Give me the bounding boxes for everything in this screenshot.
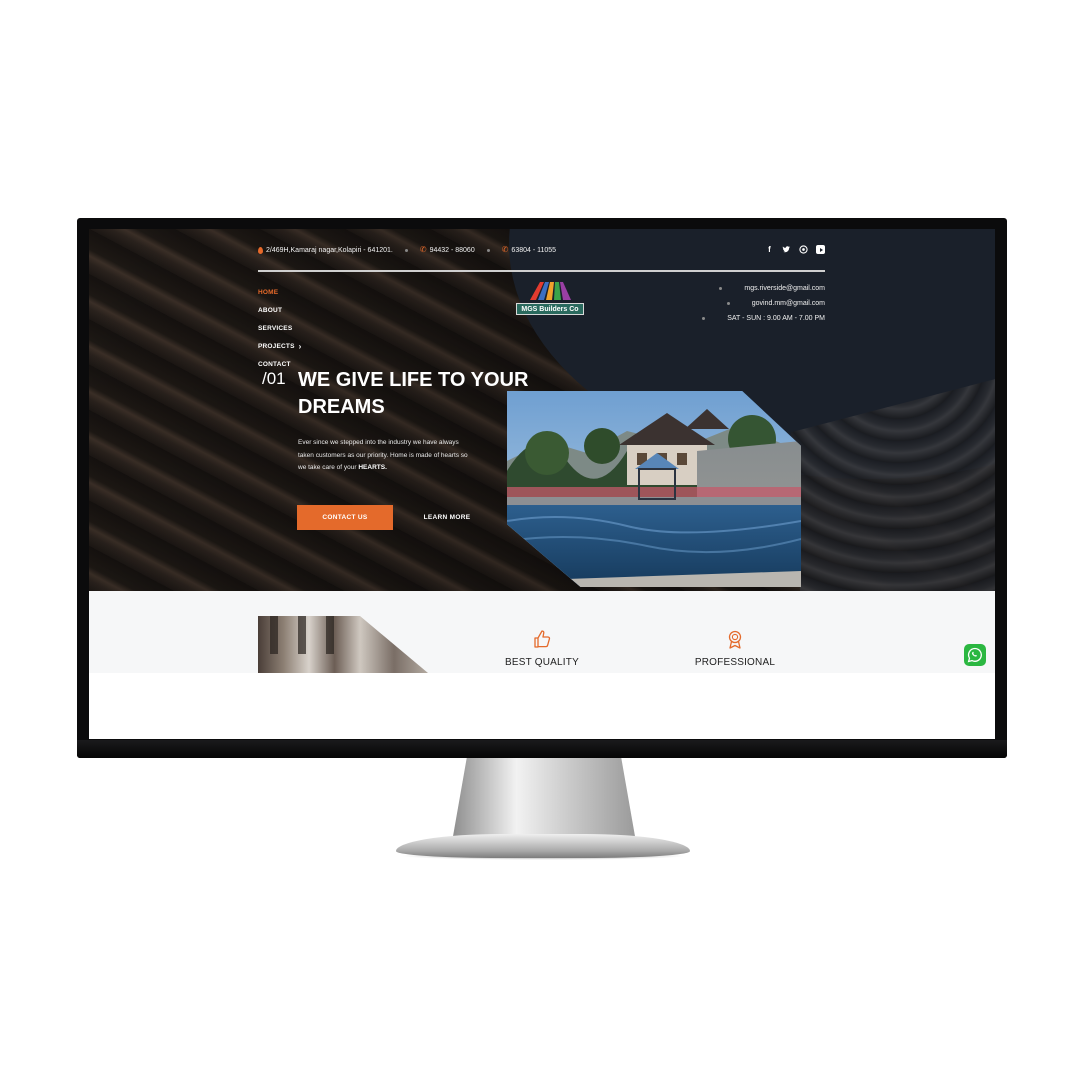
separator-dot [404, 248, 408, 252]
address-text: 2/469H,Kamaraj nagar,Kolapiri - 641201. [266, 246, 393, 254]
nav-label: SERVICES [258, 324, 293, 332]
feature-best-quality: BEST QUALITY [472, 629, 612, 668]
nav-label: CONTACT [258, 360, 291, 368]
feature-label: BEST QUALITY [505, 657, 579, 668]
brand-logo[interactable]: MGS Builders Co [514, 280, 586, 318]
nav-item-about[interactable]: ABOUT [258, 301, 302, 319]
facebook-icon[interactable]: f [765, 245, 774, 254]
address-item: 2/469H,Kamaraj nagar,Kolapiri - 641201. [258, 246, 393, 254]
top-info-bar: 2/469H,Kamaraj nagar,Kolapiri - 641201. … [258, 237, 825, 263]
phone-icon: ✆ [419, 245, 427, 254]
phone-icon: ✆ [501, 245, 509, 254]
photo-detail [270, 616, 278, 654]
monitor-stand-neck [452, 758, 636, 842]
whatsapp-chat-button[interactable] [964, 644, 986, 666]
slide-number: /01 [262, 369, 286, 388]
award-icon [665, 629, 805, 651]
hero-description: Ever since we stepped into the industry … [298, 437, 468, 475]
location-pin-icon [258, 246, 263, 254]
features-section: BEST QUALITY PROFESSIONAL [89, 591, 995, 673]
whatsapp-icon [967, 647, 982, 663]
nav-label: ABOUT [258, 306, 283, 314]
instagram-icon[interactable] [799, 245, 808, 254]
hours-text: SAT - SUN : 9.00 AM - 7.00 PM [727, 315, 825, 322]
nav-item-projects[interactable]: PROJECTS › [258, 337, 302, 355]
twitter-icon[interactable] [782, 245, 791, 254]
feature-professional: PROFESSIONAL [665, 629, 805, 668]
phone-number-2: 63804 - 11055 [511, 246, 557, 254]
email-text: govind.mm@gmail.com [751, 300, 825, 307]
separator-dot [486, 248, 490, 252]
headline-line-1: WE GIVE LIFE TO YOUR [298, 369, 529, 391]
bullet [702, 317, 706, 320]
logo-wordmark: MGS Builders Co [516, 303, 584, 315]
youtube-icon[interactable] [816, 245, 825, 254]
monitor-screen: 2/469H,Kamaraj nagar,Kolapiri - 641201. … [89, 229, 995, 739]
feature-building-photo [258, 616, 428, 673]
contact-hours: SAT - SUN : 9.00 AM - 7.00 PM [702, 311, 825, 326]
email-text: mgs.riverside@gmail.com [744, 285, 825, 292]
resort-illustration [507, 391, 801, 587]
hero-project-photo [507, 391, 801, 587]
logo-roof-mark [530, 282, 571, 300]
chevron-right-icon: › [298, 341, 302, 351]
contact-email-2[interactable]: govind.mm@gmail.com [702, 296, 825, 311]
photo-detail [298, 616, 306, 654]
nav-label: HOME [258, 288, 279, 296]
topbar-divider [258, 270, 825, 272]
thumbs-up-icon [472, 629, 612, 651]
contact-us-button[interactable]: CONTACT US [297, 505, 393, 530]
hero-description-emphasis: HEARTS. [358, 464, 387, 471]
nav-item-services[interactable]: SERVICES [258, 319, 302, 337]
phone-item-1[interactable]: ✆ 94432 - 88060 [420, 246, 475, 254]
feature-label: PROFESSIONAL [694, 657, 776, 668]
phone-item-2[interactable]: ✆ 63804 - 11055 [502, 246, 556, 254]
photo-detail [326, 616, 334, 654]
hero-section: 2/469H,Kamaraj nagar,Kolapiri - 641201. … [89, 229, 995, 591]
contact-email-1[interactable]: mgs.riverside@gmail.com [702, 281, 825, 296]
header-contact-info: mgs.riverside@gmail.com govind.mm@gmail.… [702, 281, 825, 326]
learn-more-button[interactable]: LEARN MORE [419, 505, 475, 530]
phone-number-1: 94432 - 88060 [429, 246, 475, 254]
monitor-chin [77, 740, 1007, 758]
monitor-stand-base [396, 834, 690, 858]
nav-label: PROJECTS [258, 342, 295, 350]
nav-item-home[interactable]: HOME [258, 283, 302, 301]
social-links: f [765, 245, 825, 254]
headline-line-2: DREAMS [298, 396, 385, 418]
bullet [719, 287, 723, 290]
main-nav: HOME ABOUT SERVICES PROJECTS › CONTACT [258, 283, 302, 373]
bullet [726, 302, 730, 305]
